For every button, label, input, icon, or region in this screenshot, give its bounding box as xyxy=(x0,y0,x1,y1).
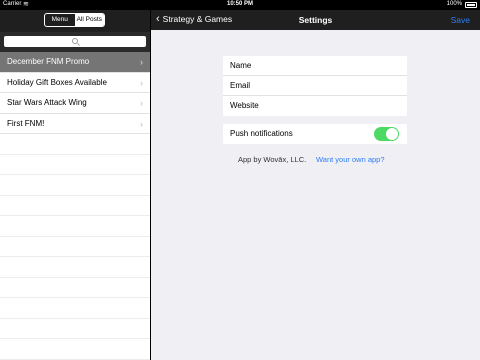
empty-row xyxy=(0,319,150,339)
page-title: Settings xyxy=(298,15,333,25)
list-item[interactable]: Star Wars Attack Wing › xyxy=(0,93,150,114)
empty-row xyxy=(0,196,150,216)
email-field[interactable]: Email xyxy=(223,76,407,96)
posts-sidebar: Menu All Posts December FNM Promo › Holi… xyxy=(0,10,150,360)
settings-pane: ‹ Strategy & Games Settings Save Name Em… xyxy=(151,10,480,360)
post-title: Star Wars Attack Wing xyxy=(7,98,87,107)
own-app-link[interactable]: Want your own app? xyxy=(316,155,385,164)
chevron-right-icon: › xyxy=(140,98,143,108)
settings-nav-bar: ‹ Strategy & Games Settings Save xyxy=(151,10,480,30)
list-item[interactable]: Holiday Gift Boxes Available › xyxy=(0,73,150,93)
chevron-right-icon: › xyxy=(140,57,143,67)
push-notifications-row: Push notifications xyxy=(223,124,407,144)
name-field[interactable]: Name xyxy=(223,56,407,76)
post-title: Holiday Gift Boxes Available xyxy=(7,77,107,87)
chevron-right-icon: › xyxy=(140,77,143,88)
clock: 10:50 PM xyxy=(226,1,253,7)
segment-menu[interactable]: Menu xyxy=(45,14,75,26)
notifications-group: Push notifications xyxy=(223,124,407,144)
post-title: First FNM! xyxy=(7,118,45,128)
empty-row xyxy=(0,339,150,360)
push-notifications-toggle[interactable] xyxy=(374,127,399,141)
push-notifications-label: Push notifications xyxy=(230,129,293,138)
menu-segmented-control: Menu All Posts xyxy=(44,13,105,27)
search-icon xyxy=(72,38,78,44)
empty-row xyxy=(0,278,150,298)
toggle-knob xyxy=(386,128,398,140)
empty-row xyxy=(0,134,150,155)
search-bar xyxy=(0,32,150,52)
battery-percent: 100% xyxy=(446,1,462,7)
empty-row xyxy=(0,298,150,319)
list-item[interactable]: December FNM Promo › xyxy=(0,52,150,73)
post-title: December FNM Promo xyxy=(7,57,90,66)
list-item[interactable]: First FNM! › xyxy=(0,114,150,134)
chevron-right-icon: › xyxy=(140,118,143,129)
status-bar: Carrier ≋ 10:50 PM 100% xyxy=(0,0,480,10)
empty-row xyxy=(0,237,150,257)
credit-text: App by Wovāx, LLC. xyxy=(238,155,307,164)
empty-row xyxy=(0,257,150,278)
save-button[interactable]: Save xyxy=(451,15,470,25)
profile-fields-group: Name Email Website xyxy=(223,56,407,116)
empty-row xyxy=(0,155,150,175)
empty-row xyxy=(0,216,150,237)
website-field[interactable]: Website xyxy=(223,96,407,116)
sidebar-nav-bar: Menu All Posts xyxy=(0,10,150,32)
battery-icon xyxy=(465,2,477,8)
search-input[interactable] xyxy=(4,36,146,47)
posts-list: December FNM Promo › Holiday Gift Boxes … xyxy=(0,52,150,360)
empty-row xyxy=(0,175,150,196)
segment-all-posts[interactable]: All Posts xyxy=(74,14,104,26)
